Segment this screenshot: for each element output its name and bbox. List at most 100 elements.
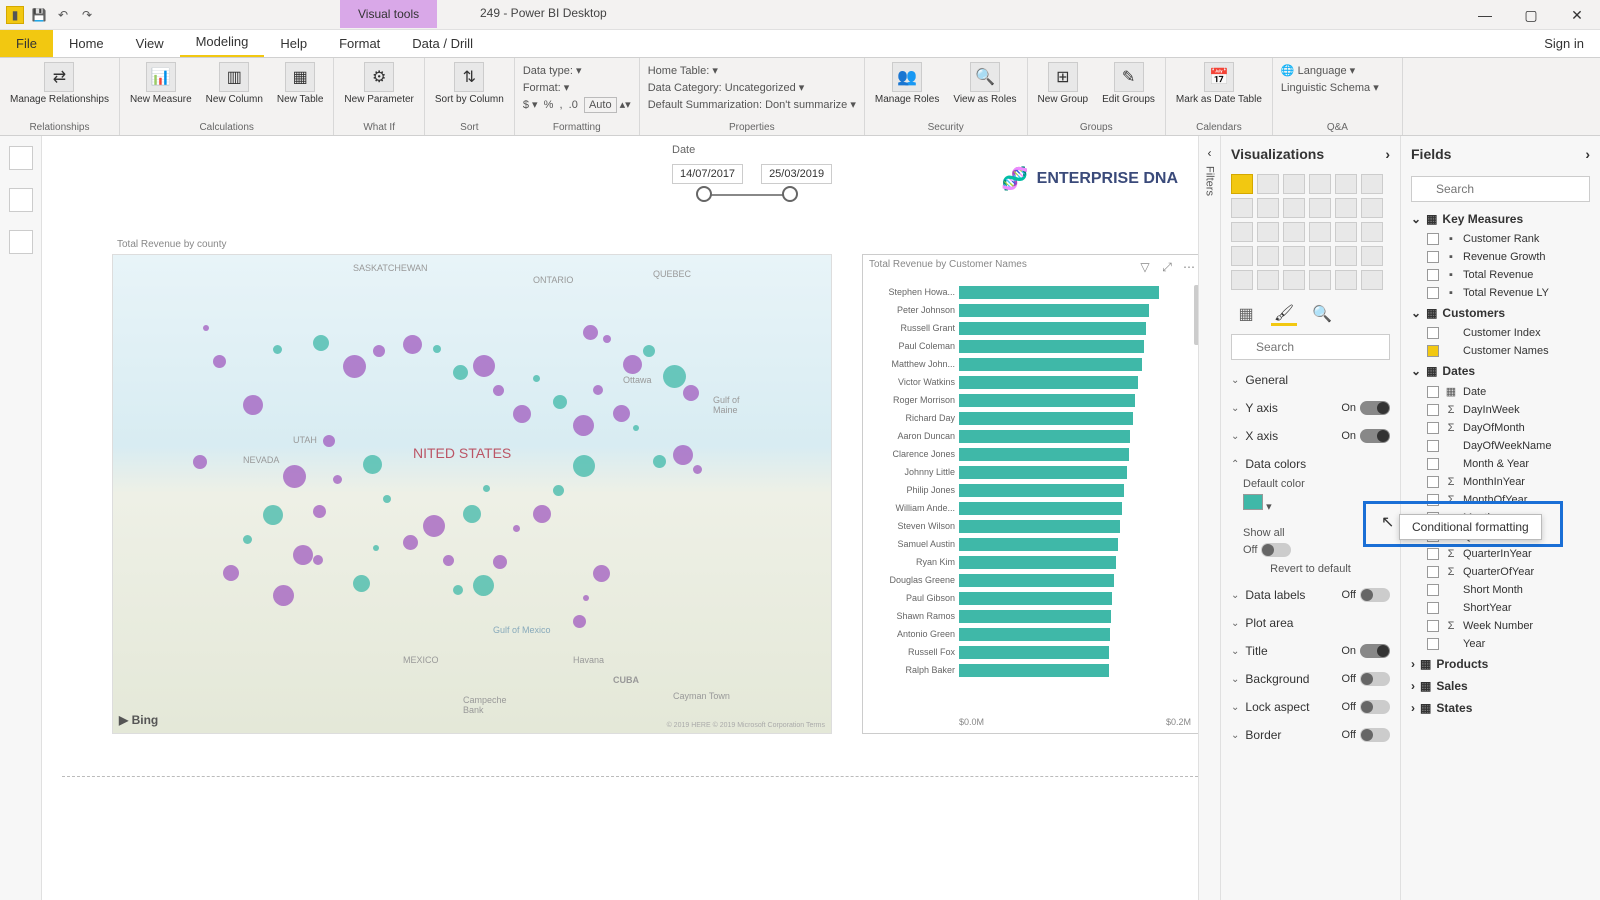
- new-measure-button[interactable]: 📊New Measure: [128, 60, 194, 107]
- view-as-roles-button[interactable]: 🔍View as Roles: [951, 60, 1018, 107]
- report-view-icon[interactable]: [9, 146, 33, 170]
- field-dayofmonth[interactable]: ΣDayOfMonth: [1405, 419, 1596, 437]
- fmt-border[interactable]: ⌄BorderOff: [1231, 721, 1390, 749]
- viz-type-26[interactable]: [1283, 270, 1305, 290]
- format-row[interactable]: $ ▾ % , .0 Auto ▴▾: [523, 98, 631, 111]
- viz-type-23[interactable]: [1361, 246, 1383, 266]
- fmt-data-labels[interactable]: ⌄Data labelsOff: [1231, 581, 1390, 609]
- tab-help[interactable]: Help: [264, 30, 323, 57]
- tab-home[interactable]: Home: [53, 30, 120, 57]
- new-column-button[interactable]: ▥New Column: [204, 60, 265, 107]
- viz-type-18[interactable]: [1231, 246, 1253, 266]
- collapse-filters-icon[interactable]: ‹: [1208, 146, 1212, 160]
- fmt-lock-aspect[interactable]: ⌄Lock aspectOff: [1231, 693, 1390, 721]
- table-sales[interactable]: ›▦Sales: [1405, 675, 1596, 697]
- viz-type-5[interactable]: [1361, 174, 1383, 194]
- viz-type-17[interactable]: [1361, 222, 1383, 242]
- viz-type-25[interactable]: [1257, 270, 1279, 290]
- format-dropdown[interactable]: Format: ▾: [523, 81, 631, 94]
- tab-data-drill[interactable]: Data / Drill: [396, 30, 489, 57]
- revert-default-button[interactable]: Revert to default: [1231, 557, 1390, 581]
- mark-date-table-button[interactable]: 📅Mark as Date Table: [1174, 60, 1264, 107]
- viz-type-8[interactable]: [1283, 198, 1305, 218]
- tab-format[interactable]: Format: [323, 30, 396, 57]
- analytics-tab[interactable]: 🔍: [1309, 302, 1335, 326]
- field-quarterofyear[interactable]: ΣQuarterOfYear: [1405, 563, 1596, 581]
- viz-type-1[interactable]: [1257, 174, 1279, 194]
- field-revenue-growth[interactable]: ▪Revenue Growth: [1405, 248, 1596, 266]
- viz-type-24[interactable]: [1231, 270, 1253, 290]
- field-monthinyear[interactable]: ΣMonthInYear: [1405, 473, 1596, 491]
- new-parameter-button[interactable]: ⚙New Parameter: [342, 60, 415, 107]
- new-group-button[interactable]: ⊞New Group: [1036, 60, 1091, 107]
- sort-by-column-button[interactable]: ⇅Sort by Column: [433, 60, 506, 107]
- field-monthofyear[interactable]: ΣMonthOfYear: [1405, 491, 1596, 509]
- field-total-revenue-ly[interactable]: ▪Total Revenue LY: [1405, 284, 1596, 302]
- viz-type-29[interactable]: [1361, 270, 1383, 290]
- language-dropdown[interactable]: 🌐 Language ▾: [1281, 64, 1394, 77]
- close-button[interactable]: ✕: [1554, 0, 1600, 30]
- datatype-dropdown[interactable]: Data type: ▾: [523, 64, 631, 77]
- viz-type-11[interactable]: [1361, 198, 1383, 218]
- minimize-button[interactable]: —: [1462, 0, 1508, 30]
- new-table-button[interactable]: ▦New Table: [275, 60, 326, 107]
- fmt-general[interactable]: ⌄General: [1231, 366, 1390, 394]
- model-view-icon[interactable]: [9, 230, 33, 254]
- slider-handle-from[interactable]: [696, 186, 712, 202]
- table-states[interactable]: ›▦States: [1405, 697, 1596, 719]
- scrollbar-thumb[interactable]: [1194, 285, 1198, 345]
- fmt-background[interactable]: ⌄BackgroundOff: [1231, 665, 1390, 693]
- viz-type-6[interactable]: [1231, 198, 1253, 218]
- maximize-button[interactable]: ▢: [1508, 0, 1554, 30]
- field-customer-rank[interactable]: ▪Customer Rank: [1405, 230, 1596, 248]
- date-from-input[interactable]: 14/07/2017: [672, 164, 743, 184]
- field-week-number[interactable]: ΣWeek Number: [1405, 617, 1596, 635]
- fields-well-tab[interactable]: ▦: [1233, 302, 1259, 326]
- field-date[interactable]: ▦Date: [1405, 382, 1596, 401]
- table-products[interactable]: ›▦Products: [1405, 653, 1596, 675]
- viz-type-2[interactable]: [1283, 174, 1305, 194]
- field-quarterinyear[interactable]: ΣQuarterInYear: [1405, 545, 1596, 563]
- focus-mode-icon[interactable]: ⤢: [1159, 259, 1175, 275]
- format-tab[interactable]: 🖌: [1271, 302, 1297, 326]
- viz-type-9[interactable]: [1309, 198, 1331, 218]
- show-all-toggle[interactable]: [1261, 543, 1291, 557]
- viz-type-16[interactable]: [1335, 222, 1357, 242]
- field-shortyear[interactable]: ShortYear: [1405, 599, 1596, 617]
- table-key-measures[interactable]: ⌄▦Key Measures: [1405, 208, 1596, 230]
- date-to-input[interactable]: 25/03/2019: [761, 164, 832, 184]
- viz-type-19[interactable]: [1257, 246, 1279, 266]
- viz-type-4[interactable]: [1335, 174, 1357, 194]
- expand-viz-icon[interactable]: ›: [1385, 146, 1390, 162]
- sign-in-button[interactable]: Sign in: [1528, 30, 1600, 57]
- table-dates[interactable]: ⌄▦Dates: [1405, 360, 1596, 382]
- viz-type-21[interactable]: [1309, 246, 1331, 266]
- date-slider[interactable]: [702, 194, 792, 196]
- field-customer-names[interactable]: Customer Names: [1405, 342, 1596, 360]
- viz-type-22[interactable]: [1335, 246, 1357, 266]
- fmt-xaxis[interactable]: ⌄X axisOn: [1231, 422, 1390, 450]
- field-customer-index[interactable]: Customer Index: [1405, 324, 1596, 342]
- viz-type-20[interactable]: [1283, 246, 1305, 266]
- color-dropdown-icon[interactable]: ▾: [1266, 501, 1272, 513]
- fmt-plot-area[interactable]: ⌄Plot area: [1231, 609, 1390, 637]
- viz-type-28[interactable]: [1335, 270, 1357, 290]
- filters-label[interactable]: Filters: [1204, 166, 1216, 196]
- viz-type-0[interactable]: [1231, 174, 1253, 194]
- bar-chart-visual[interactable]: Total Revenue by Customer Names ▽ ⤢ ⋯ St…: [862, 254, 1198, 734]
- default-color-swatch[interactable]: [1243, 494, 1263, 510]
- fmt-yaxis[interactable]: ⌄Y axisOn: [1231, 394, 1390, 422]
- filter-icon[interactable]: ▽: [1137, 259, 1153, 275]
- fields-search-input[interactable]: [1411, 176, 1590, 202]
- field-month-&-year[interactable]: Month & Year: [1405, 455, 1596, 473]
- tab-modeling[interactable]: Modeling: [180, 28, 265, 57]
- file-tab[interactable]: File: [0, 30, 53, 57]
- viz-type-15[interactable]: [1309, 222, 1331, 242]
- home-table-dropdown[interactable]: Home Table: ▾: [648, 64, 856, 77]
- field-total-revenue[interactable]: ▪Total Revenue: [1405, 266, 1596, 284]
- viz-type-7[interactable]: [1257, 198, 1279, 218]
- viz-type-3[interactable]: [1309, 174, 1331, 194]
- manage-roles-button[interactable]: 👥Manage Roles: [873, 60, 941, 107]
- conditional-formatting-menu[interactable]: Conditional formatting: [1399, 514, 1542, 540]
- save-icon[interactable]: 💾: [30, 6, 48, 24]
